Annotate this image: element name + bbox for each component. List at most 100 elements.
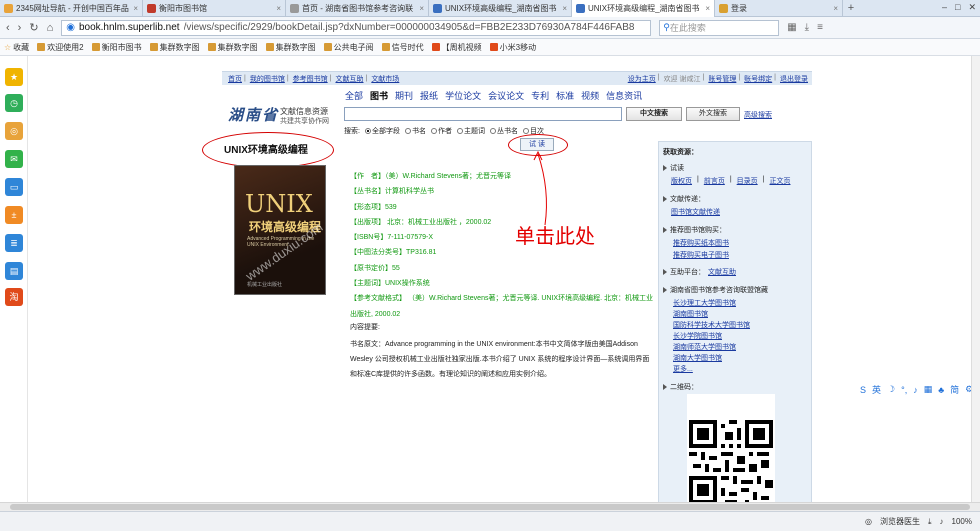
browser-doctor-label[interactable]: 浏览器医生 [880,516,920,527]
favorite-item[interactable]: 信号时代 [381,42,424,53]
home-icon[interactable]: ⌂ [47,22,54,34]
nav-my-library-link[interactable]: 我的图书馆 [250,74,285,84]
account-manage-link[interactable]: 账号管理 [708,74,736,84]
weibo-icon[interactable]: ◎ [5,122,23,140]
notes-icon[interactable]: ≣ [5,234,23,252]
library-link[interactable]: 湖南大学图书馆 [673,353,722,363]
account-bind-link[interactable]: 账号绑定 [744,74,772,84]
horizontal-scrollbar[interactable] [0,502,980,511]
screen-icon[interactable]: ▭ [5,178,23,196]
tab-books[interactable]: 图书 [370,89,388,102]
nav-ref-library-link[interactable]: 参考图书馆 [293,74,328,84]
forward-icon[interactable]: › [18,22,22,34]
tab-newspapers[interactable]: 报纸 [420,89,438,102]
calculator-icon[interactable]: ± [5,206,23,224]
keyboard-icon[interactable]: ▦ [924,384,933,395]
favorite-item[interactable]: 【周机视频 [431,42,482,53]
scope-all-radio[interactable]: 全部字段 [364,126,400,136]
tab-journals[interactable]: 期刊 [395,89,413,102]
download-icon[interactable]: ⤓ [805,22,809,33]
desktop-icon[interactable]: ▤ [5,262,23,280]
library-link[interactable]: 湖南图书馆 [673,309,708,319]
close-icon[interactable]: × [562,4,567,13]
browser-tab[interactable]: UNIX环境高级编程_湖南省图书 × [429,0,572,17]
maximize-icon[interactable]: □ [955,0,960,15]
reload-icon[interactable]: ↻ [29,21,38,34]
browser-tab[interactable]: 衡阳市图书馆 × [143,0,286,17]
close-icon[interactable]: × [419,4,424,13]
favorite-item[interactable]: 小米3移动 [489,42,536,53]
close-icon[interactable]: × [276,4,281,13]
sound-icon[interactable]: ♪ [940,517,944,526]
library-link[interactable]: 国防科学技术大学图书馆 [673,320,750,330]
more-libraries-link[interactable]: 更多... [673,364,693,374]
simplified-toggle[interactable]: 简 [950,383,959,396]
tab-patents[interactable]: 专利 [531,89,549,102]
tab-conference[interactable]: 会议论文 [488,89,524,102]
scroll-thumb[interactable] [10,504,970,510]
recommend-ebook-link[interactable]: 推荐购买电子图书 [673,250,729,260]
moon-icon[interactable]: ☽ [887,384,895,395]
toc-page-link[interactable]: 目录页 [737,176,758,186]
download-manager-icon[interactable]: ⤓ [928,517,932,527]
browser-tab[interactable]: 登录 × [715,0,843,17]
taobao-icon[interactable]: 淘 [5,288,23,306]
new-tab-button[interactable]: + [843,0,859,16]
menu-icon[interactable]: ≡ [817,22,823,33]
app-icon[interactable]: ▦ [787,22,796,33]
favorite-item[interactable]: 集群数字图 [207,42,258,53]
tab-news[interactable]: 信息资讯 [606,89,642,102]
scope-author-radio[interactable]: 作者 [430,126,452,136]
tab-videos[interactable]: 视频 [581,89,599,102]
doc-help-link[interactable]: 文献互助 [708,267,736,277]
tab-standards[interactable]: 标准 [556,89,574,102]
nav-home-link[interactable]: 首页 [228,74,242,84]
close-icon[interactable]: × [833,4,838,13]
scope-title-radio[interactable]: 书名 [404,126,426,136]
close-icon[interactable]: × [133,4,138,13]
zoom-level[interactable]: 100% [952,517,972,526]
search-input[interactable] [344,107,622,121]
favorite-item[interactable]: 集群数字图 [265,42,316,53]
logout-link[interactable]: 退出登录 [780,74,808,84]
library-link[interactable]: 长沙理工大学图书馆 [673,298,736,308]
body-page-link[interactable]: 正文页 [769,176,790,186]
favorite-item[interactable]: 衡阳市图书 [91,42,142,53]
back-icon[interactable]: ‹ [6,22,10,34]
site-logo[interactable]: 湖南省 文献信息资源 共建共享协作网 [228,104,340,126]
preface-page-link[interactable]: 前言页 [704,176,725,186]
tab-all[interactable]: 全部 [345,89,363,102]
skin-icon[interactable]: ♣ [938,385,944,395]
favorites-star-icon[interactable]: ★ [5,68,23,86]
favorite-item[interactable]: 集群数字图 [149,42,200,53]
browser-tab[interactable]: 2345网址导航 - 开创中国百年品 × [0,0,143,17]
favorites-star[interactable]: ☆ 收藏 [4,42,29,53]
vertical-scrollbar[interactable] [971,56,980,502]
library-link[interactable]: 长沙学院图书馆 [673,331,722,341]
ime-lang-toggle[interactable]: 英 [872,383,881,396]
nav-doc-market-link[interactable]: 文献市场 [371,74,399,84]
browser-search-input[interactable]: ⚲ 在此搜索 [659,19,780,36]
minimize-icon[interactable]: – [942,0,947,15]
scope-series-radio[interactable]: 丛书名 [489,126,518,136]
url-field[interactable]: ◉ book.hnlm.superlib.net/views/specific/… [61,19,652,36]
clock-icon[interactable]: ◷ [5,94,23,112]
chinese-search-button[interactable]: 中文搜索 [626,107,682,121]
doc-delivery-link[interactable]: 图书馆文献传递 [671,207,720,217]
browser-tab[interactable]: 首页 - 湖南省图书馆参考咨询联 × [286,0,429,17]
punct-icon[interactable]: °, [901,385,907,395]
nav-doc-help-link[interactable]: 文献互助 [335,74,363,84]
mic-icon[interactable]: ♪ [913,385,918,395]
scope-subject-radio[interactable]: 主题词 [456,126,485,136]
browser-doctor-icon[interactable]: ◎ [865,517,872,526]
tab-theses[interactable]: 学位论文 [445,89,481,102]
close-window-icon[interactable]: ✕ [968,0,976,15]
advanced-search-link[interactable]: 高级搜索 [744,110,772,120]
favorite-item[interactable]: 欢迎使用2 [37,42,84,53]
favorite-item[interactable]: 公共电子阅 [323,42,374,53]
browser-tab-active[interactable]: UNIX环境高级编程_湖南省图书 × [572,0,715,17]
library-link[interactable]: 湖南师范大学图书馆 [673,342,736,352]
ime-logo-icon[interactable]: S [860,385,866,395]
copyright-page-link[interactable]: 版权页 [671,176,692,186]
close-icon[interactable]: × [705,4,710,13]
